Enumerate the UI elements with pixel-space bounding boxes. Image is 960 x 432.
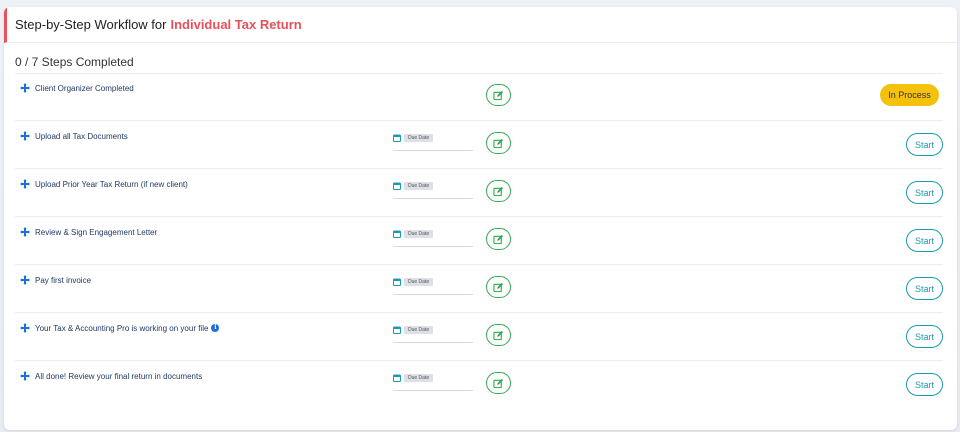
step-title-text: Review & Sign Engagement Letter: [35, 227, 158, 237]
drag-move-icon[interactable]: [20, 371, 30, 381]
due-date-field[interactable]: Due Date: [393, 321, 473, 343]
edit-button[interactable]: [486, 372, 511, 394]
due-date-label: Due Date: [404, 182, 434, 190]
card-header: Step-by-Step Workflow for Individual Tax…: [4, 7, 957, 43]
card-title-accent: Individual Tax Return: [170, 17, 302, 32]
step-title: Upload all Tax Documents: [20, 131, 128, 141]
edit-icon: [493, 138, 504, 148]
step-row-3: Upload Prior Year Tax Return (if new cli…: [15, 169, 943, 217]
drag-move-icon[interactable]: [20, 131, 30, 141]
status-badge: In Process: [880, 84, 939, 106]
step-title: Your Tax & Accounting Pro is working on …: [20, 323, 220, 333]
calendar-icon: [393, 134, 401, 142]
step-row-1: Client Organizer Completed In Process: [15, 73, 943, 121]
card-title: Step-by-Step Workflow for: [15, 17, 167, 32]
edit-button[interactable]: [486, 132, 511, 154]
step-title: All done! Review your final return in do…: [20, 371, 202, 381]
edit-button[interactable]: [486, 324, 511, 346]
step-row-4: Review & Sign Engagement Letter Due Date…: [15, 217, 943, 265]
info-icon[interactable]: i: [211, 324, 220, 332]
drag-move-icon[interactable]: [20, 227, 30, 237]
calendar-icon: [393, 278, 401, 286]
step-row-5: Pay first invoice Due Date Start: [15, 265, 943, 313]
step-title: Review & Sign Engagement Letter: [20, 227, 157, 237]
calendar-icon: [393, 374, 401, 382]
edit-icon: [493, 90, 504, 100]
edit-icon: [493, 234, 504, 244]
step-row-6: Your Tax & Accounting Pro is working on …: [15, 313, 943, 361]
step-title: Pay first invoice: [20, 275, 91, 285]
step-title-text: Pay first invoice: [35, 275, 92, 285]
drag-move-icon[interactable]: [20, 275, 30, 285]
step-title-text: Client Organizer Completed: [35, 83, 134, 93]
due-date-field[interactable]: Due Date: [393, 225, 473, 247]
step-title: Upload Prior Year Tax Return (if new cli…: [20, 179, 188, 189]
start-button[interactable]: Start: [906, 133, 943, 156]
start-button[interactable]: Start: [906, 277, 943, 300]
due-date-label: Due Date: [404, 278, 434, 286]
step-title-text: All done! Review your final return in do…: [35, 371, 203, 381]
due-date-field[interactable]: Due Date: [393, 177, 473, 199]
workflow-card: Step-by-Step Workflow for Individual Tax…: [4, 7, 957, 430]
step-row-2: Upload all Tax Documents Due Date Start: [15, 121, 943, 169]
edit-button[interactable]: [486, 228, 511, 250]
start-button[interactable]: Start: [906, 373, 943, 396]
drag-move-icon[interactable]: [20, 179, 30, 189]
due-date-field[interactable]: Due Date: [393, 129, 473, 151]
calendar-icon: [393, 326, 401, 334]
edit-icon: [493, 186, 504, 196]
edit-button[interactable]: [486, 276, 511, 298]
step-title: Client Organizer Completed: [20, 83, 134, 93]
start-button[interactable]: Start: [906, 325, 943, 348]
calendar-icon: [393, 182, 401, 190]
due-date-field[interactable]: Due Date: [393, 369, 473, 391]
edit-icon: [493, 330, 504, 340]
edit-icon: [493, 282, 504, 292]
calendar-icon: [393, 230, 401, 238]
progress-text: 0 / 7 Steps Completed: [15, 55, 134, 69]
due-date-label: Due Date: [404, 326, 434, 334]
edit-icon: [493, 378, 504, 388]
step-title-text: Upload Prior Year Tax Return (if new cli…: [35, 179, 188, 189]
drag-move-icon[interactable]: [20, 323, 30, 333]
due-date-field[interactable]: Due Date: [393, 273, 473, 295]
start-button[interactable]: Start: [906, 181, 943, 204]
step-row-7: All done! Review your final return in do…: [15, 361, 943, 409]
drag-move-icon[interactable]: [20, 83, 30, 93]
due-date-label: Due Date: [404, 374, 434, 382]
step-title-text: Upload all Tax Documents: [35, 131, 128, 141]
step-title-text: Your Tax & Accounting Pro is working on …: [35, 323, 209, 333]
due-date-label: Due Date: [404, 230, 434, 238]
start-button[interactable]: Start: [906, 229, 943, 252]
edit-button[interactable]: [486, 180, 511, 202]
edit-button[interactable]: [486, 84, 511, 106]
due-date-label: Due Date: [404, 134, 434, 142]
